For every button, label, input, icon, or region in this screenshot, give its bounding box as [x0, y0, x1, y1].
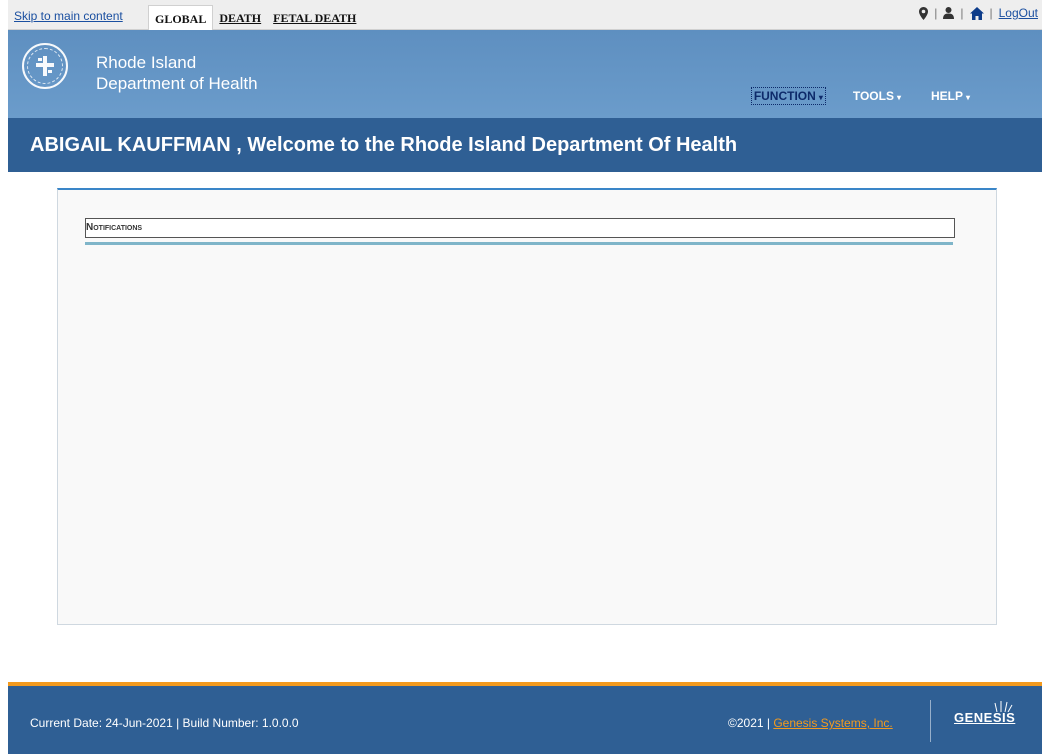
home-icon[interactable] — [969, 6, 984, 20]
tab-global[interactable]: GLOBAL — [148, 5, 214, 30]
separator: | — [989, 6, 993, 20]
organization-name: Rhode Island Department of Health — [96, 52, 258, 94]
notifications-divider — [85, 242, 953, 245]
department-seal-logo[interactable] — [22, 43, 68, 89]
footer-divider — [930, 700, 931, 742]
logout-link[interactable]: LogOut — [999, 6, 1038, 20]
utility-links: | | | LogOut — [919, 6, 1038, 20]
notifications-label: Notifications — [86, 222, 143, 233]
welcome-bar: ABIGAIL KAUFFMAN , Welcome to the Rhode … — [8, 118, 1042, 172]
footer-build-info: Current Date: 24-Jun-2021 | Build Number… — [30, 716, 299, 730]
chevron-down-icon: ▾ — [896, 93, 901, 102]
top-utility-bar: Skip to main content GLOBAL DEATH FETAL … — [8, 0, 1042, 30]
nav-help-label: HELP — [930, 89, 963, 103]
nav-tools-label: TOOLS — [852, 89, 894, 103]
welcome-message: ABIGAIL KAUFFMAN , Welcome to the Rhode … — [30, 134, 738, 156]
user-icon[interactable] — [943, 7, 955, 19]
main-content-panel: Notifications — [57, 188, 997, 625]
tab-fetal-death[interactable]: FETAL DEATH — [267, 5, 362, 30]
copyright-text: ©2021 | — [728, 716, 774, 730]
skip-to-main-link[interactable]: Skip to main content — [14, 9, 123, 23]
notifications-header[interactable]: Notifications — [85, 218, 955, 238]
tab-death[interactable]: DEATH — [213, 5, 267, 30]
separator: | — [960, 6, 964, 20]
chevron-down-icon: ▾ — [965, 93, 970, 102]
chevron-down-icon: ▾ — [818, 93, 823, 102]
nav-help[interactable]: HELP ▾ — [929, 88, 972, 104]
map-marker-icon[interactable] — [919, 6, 929, 20]
genesis-logo[interactable]: GENESIS — [954, 710, 1015, 725]
org-line-1: Rhode Island — [96, 53, 197, 72]
nav-function-label: FUNCTION — [753, 89, 816, 103]
module-tabs: GLOBAL DEATH FETAL DEATH — [148, 5, 362, 30]
seal-emblem-icon — [36, 56, 54, 76]
footer-copyright: ©2021 | Genesis Systems, Inc. — [728, 716, 893, 730]
separator: | — [934, 6, 938, 20]
nav-tools[interactable]: TOOLS ▾ — [851, 88, 903, 104]
site-footer: Current Date: 24-Jun-2021 | Build Number… — [8, 682, 1042, 754]
company-link[interactable]: Genesis Systems, Inc. — [773, 716, 892, 730]
nav-function[interactable]: FUNCTION ▾ — [750, 87, 826, 105]
site-header: Rhode Island Department of Health FUNCTI… — [8, 30, 1042, 118]
main-nav: FUNCTION ▾ TOOLS ▾ HELP ▾ — [726, 87, 972, 105]
org-line-2: Department of Health — [96, 74, 258, 93]
